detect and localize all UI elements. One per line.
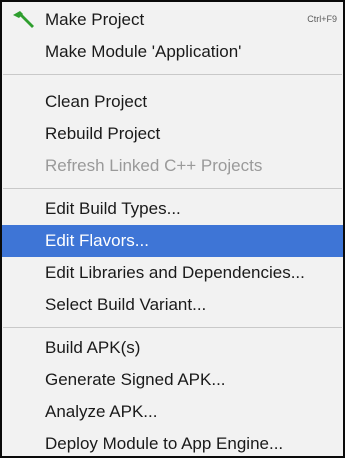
menu-separator: [3, 188, 342, 189]
hammer-icon: [13, 11, 34, 28]
menu-separator: [3, 74, 342, 75]
menu-item-label: Refresh Linked C++ Projects: [45, 156, 263, 175]
menu-item-label: Edit Flavors...: [45, 231, 149, 250]
shortcut-label: Ctrl+F9: [307, 14, 337, 24]
menu-item-make-project[interactable]: Make Project Ctrl+F9: [2, 4, 343, 36]
menu-item-deploy-module-to-app-engine[interactable]: Deploy Module to App Engine...: [2, 428, 343, 460]
menu-item-label: Generate Signed APK...: [45, 370, 226, 389]
menu-item-label: Clean Project: [45, 92, 148, 111]
menu-item-clean-project[interactable]: Clean Project: [2, 86, 343, 118]
menu-item-rebuild-project[interactable]: Rebuild Project: [2, 118, 343, 150]
menu-item-label: Deploy Module to App Engine...: [45, 434, 284, 453]
menu-item-label: Analyze APK...: [45, 402, 158, 421]
menu-item-generate-signed-apk[interactable]: Generate Signed APK...: [2, 364, 343, 396]
menu-item-edit-flavors[interactable]: Edit Flavors...: [2, 225, 343, 257]
menu-item-edit-libraries-and-dependencies[interactable]: Edit Libraries and Dependencies...: [2, 257, 343, 289]
menu-item-make-module[interactable]: Make Module 'Application': [2, 36, 343, 68]
build-menu: Make Project Ctrl+F9 Make Module 'Applic…: [0, 0, 345, 458]
menu-separator: [3, 327, 342, 328]
menu-item-select-build-variant[interactable]: Select Build Variant...: [2, 289, 343, 321]
menu-item-label: Make Module 'Application': [45, 42, 242, 61]
menu-item-label: Build APK(s): [45, 338, 141, 357]
menu-item-label: Select Build Variant...: [45, 295, 207, 314]
menu-item-label: Make Project: [45, 10, 145, 29]
menu-item-edit-build-types[interactable]: Edit Build Types...: [2, 193, 343, 225]
menu-item-label: Edit Libraries and Dependencies...: [45, 263, 305, 282]
menu-item-refresh-linked-cpp-projects: Refresh Linked C++ Projects: [2, 150, 343, 182]
menu-item-label: Rebuild Project: [45, 124, 161, 143]
menu-item-build-apks[interactable]: Build APK(s): [2, 332, 343, 364]
menu-item-analyze-apk[interactable]: Analyze APK...: [2, 396, 343, 428]
menu-item-label: Edit Build Types...: [45, 199, 181, 218]
